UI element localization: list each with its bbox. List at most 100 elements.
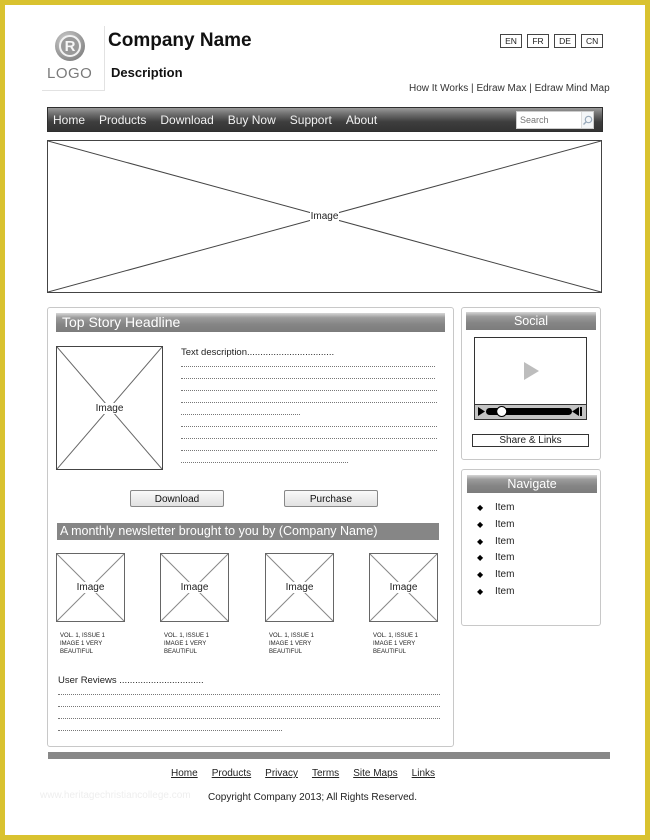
- review-line: [58, 718, 440, 719]
- text-line: [181, 366, 435, 367]
- link-edraw-mind-map[interactable]: Edraw Mind Map: [535, 83, 610, 94]
- nav-buy-now[interactable]: Buy Now: [228, 113, 276, 127]
- logo-text: LOGO: [47, 65, 93, 82]
- thumbnail-image-placeholder: Image: [369, 553, 438, 622]
- footer-link-terms[interactable]: Terms: [312, 768, 339, 779]
- text-line: [181, 390, 437, 391]
- navigate-item-label[interactable]: Item: [495, 536, 514, 547]
- nav-products[interactable]: Products: [99, 113, 146, 127]
- progress-thumb: [496, 406, 508, 417]
- video-controls: [475, 404, 586, 419]
- thumbnail-label: Image: [75, 582, 106, 593]
- footer-links: Home Products Privacy Terms Site Maps Li…: [171, 768, 435, 779]
- caption-line: VOL. 1, ISSUE 1: [269, 633, 315, 639]
- video-player[interactable]: [474, 337, 587, 420]
- caption-line: BEAUTIFUL: [373, 649, 407, 655]
- diamond-bullet-icon: ◆: [477, 553, 484, 563]
- text-line: [181, 378, 435, 379]
- banner-image-placeholder: Image: [47, 140, 602, 293]
- text-description: Text description........................…: [181, 347, 335, 358]
- thumbnail-caption: VOL. 1, ISSUE 1 IMAGE 1 VERY BEAUTIFUL: [164, 632, 234, 656]
- footer-divider: [48, 752, 610, 759]
- registered-mark-icon: R: [55, 31, 85, 61]
- caption-line: VOL. 1, ISSUE 1: [373, 633, 419, 639]
- nav-home[interactable]: Home: [53, 113, 85, 127]
- social-title: Social: [466, 312, 596, 330]
- top-links: How It Works | Edraw Max | Edraw Mind Ma…: [409, 83, 610, 94]
- footer-link-products[interactable]: Products: [212, 768, 251, 779]
- caption-line: IMAGE 1 VERY: [269, 641, 312, 647]
- thumbnail-caption: VOL. 1, ISSUE 1 IMAGE 1 VERY BEAUTIFUL: [60, 632, 130, 656]
- caption-line: BEAUTIFUL: [269, 649, 303, 655]
- search-box: [516, 111, 594, 129]
- review-line: [58, 706, 440, 707]
- logo[interactable]: R LOGO: [42, 26, 105, 91]
- review-line: [58, 694, 440, 695]
- nav-about[interactable]: About: [346, 113, 377, 127]
- thumbnail-image-placeholder: Image: [56, 553, 125, 622]
- caption-line: VOL. 1, ISSUE 1: [60, 633, 106, 639]
- nav-support[interactable]: Support: [290, 113, 332, 127]
- footer-link-privacy[interactable]: Privacy: [265, 768, 298, 779]
- text-line: [181, 402, 437, 403]
- text-line: [181, 426, 437, 427]
- download-button[interactable]: Download: [130, 490, 224, 507]
- play-icon[interactable]: [524, 362, 540, 380]
- text-line: [181, 438, 437, 439]
- banner-image-label: Image: [309, 211, 340, 222]
- footer-link-home[interactable]: Home: [171, 768, 198, 779]
- thumbnail-caption: VOL. 1, ISSUE 1 IMAGE 1 VERY BEAUTIFUL: [269, 632, 339, 656]
- copyright: Copyright Company 2013; All Rights Reser…: [208, 792, 417, 803]
- user-reviews-label: User Reviews ...........................…: [58, 675, 204, 686]
- caption-line: VOL. 1, ISSUE 1: [164, 633, 210, 639]
- search-button[interactable]: [581, 112, 593, 128]
- lang-de-button[interactable]: DE: [554, 34, 576, 48]
- forward-icon: [572, 407, 579, 416]
- video-progress-track: [478, 406, 582, 417]
- caption-line: BEAUTIFUL: [60, 649, 94, 655]
- text-line: [181, 450, 437, 451]
- diamond-bullet-icon: ◆: [477, 536, 484, 546]
- caption-line: IMAGE 1 VERY: [60, 641, 103, 647]
- share-links-button[interactable]: Share & Links: [472, 434, 589, 447]
- link-edraw-max[interactable]: Edraw Max: [476, 83, 526, 94]
- nav-download[interactable]: Download: [160, 113, 213, 127]
- story-image-label: Image: [94, 402, 125, 414]
- footer-link-site-maps[interactable]: Site Maps: [353, 768, 397, 779]
- purchase-button[interactable]: Purchase: [284, 490, 378, 507]
- text-line: [181, 414, 300, 415]
- story-image-placeholder: Image: [56, 346, 163, 470]
- lang-cn-button[interactable]: CN: [581, 34, 604, 48]
- thumbnail-label: Image: [284, 582, 315, 593]
- navigate-item-label[interactable]: Item: [495, 586, 514, 597]
- footer-link-links[interactable]: Links: [412, 768, 435, 779]
- caption-line: BEAUTIFUL: [164, 649, 198, 655]
- navigate-item-label[interactable]: Item: [495, 552, 514, 563]
- search-icon: [583, 115, 593, 125]
- thumbnail-label: Image: [179, 582, 210, 593]
- diamond-bullet-icon: ◆: [477, 503, 484, 512]
- main-nav: Home Products Download Buy Now Support A…: [47, 107, 603, 132]
- watermark: www.heritagechristiancollege.com: [40, 790, 191, 801]
- lang-fr-button[interactable]: FR: [527, 34, 549, 48]
- text-line: [181, 462, 348, 463]
- navigate-item-label[interactable]: Item: [495, 502, 514, 513]
- company-description: Description: [111, 65, 183, 80]
- search-input[interactable]: [517, 112, 581, 128]
- company-name: Company Name: [108, 30, 252, 51]
- diamond-bullet-icon: ◆: [477, 519, 484, 529]
- caption-line: IMAGE 1 VERY: [373, 641, 416, 647]
- link-how-it-works[interactable]: How It Works: [409, 83, 468, 94]
- thumbnail-label: Image: [388, 582, 419, 593]
- link-separator: |: [526, 83, 535, 94]
- newsletter-title: A monthly newsletter brought to you by (…: [57, 523, 439, 540]
- rewind-icon: [478, 407, 485, 416]
- navigate-title: Navigate: [467, 475, 597, 493]
- thumbnail-image-placeholder: Image: [160, 553, 229, 622]
- thumbnail-image-placeholder: Image: [265, 553, 334, 622]
- lang-en-button[interactable]: EN: [500, 34, 522, 48]
- navigate-item-label[interactable]: Item: [495, 569, 514, 580]
- caption-line: IMAGE 1 VERY: [164, 641, 207, 647]
- diamond-bullet-icon: ◆: [477, 570, 484, 580]
- navigate-item-label[interactable]: Item: [495, 519, 514, 530]
